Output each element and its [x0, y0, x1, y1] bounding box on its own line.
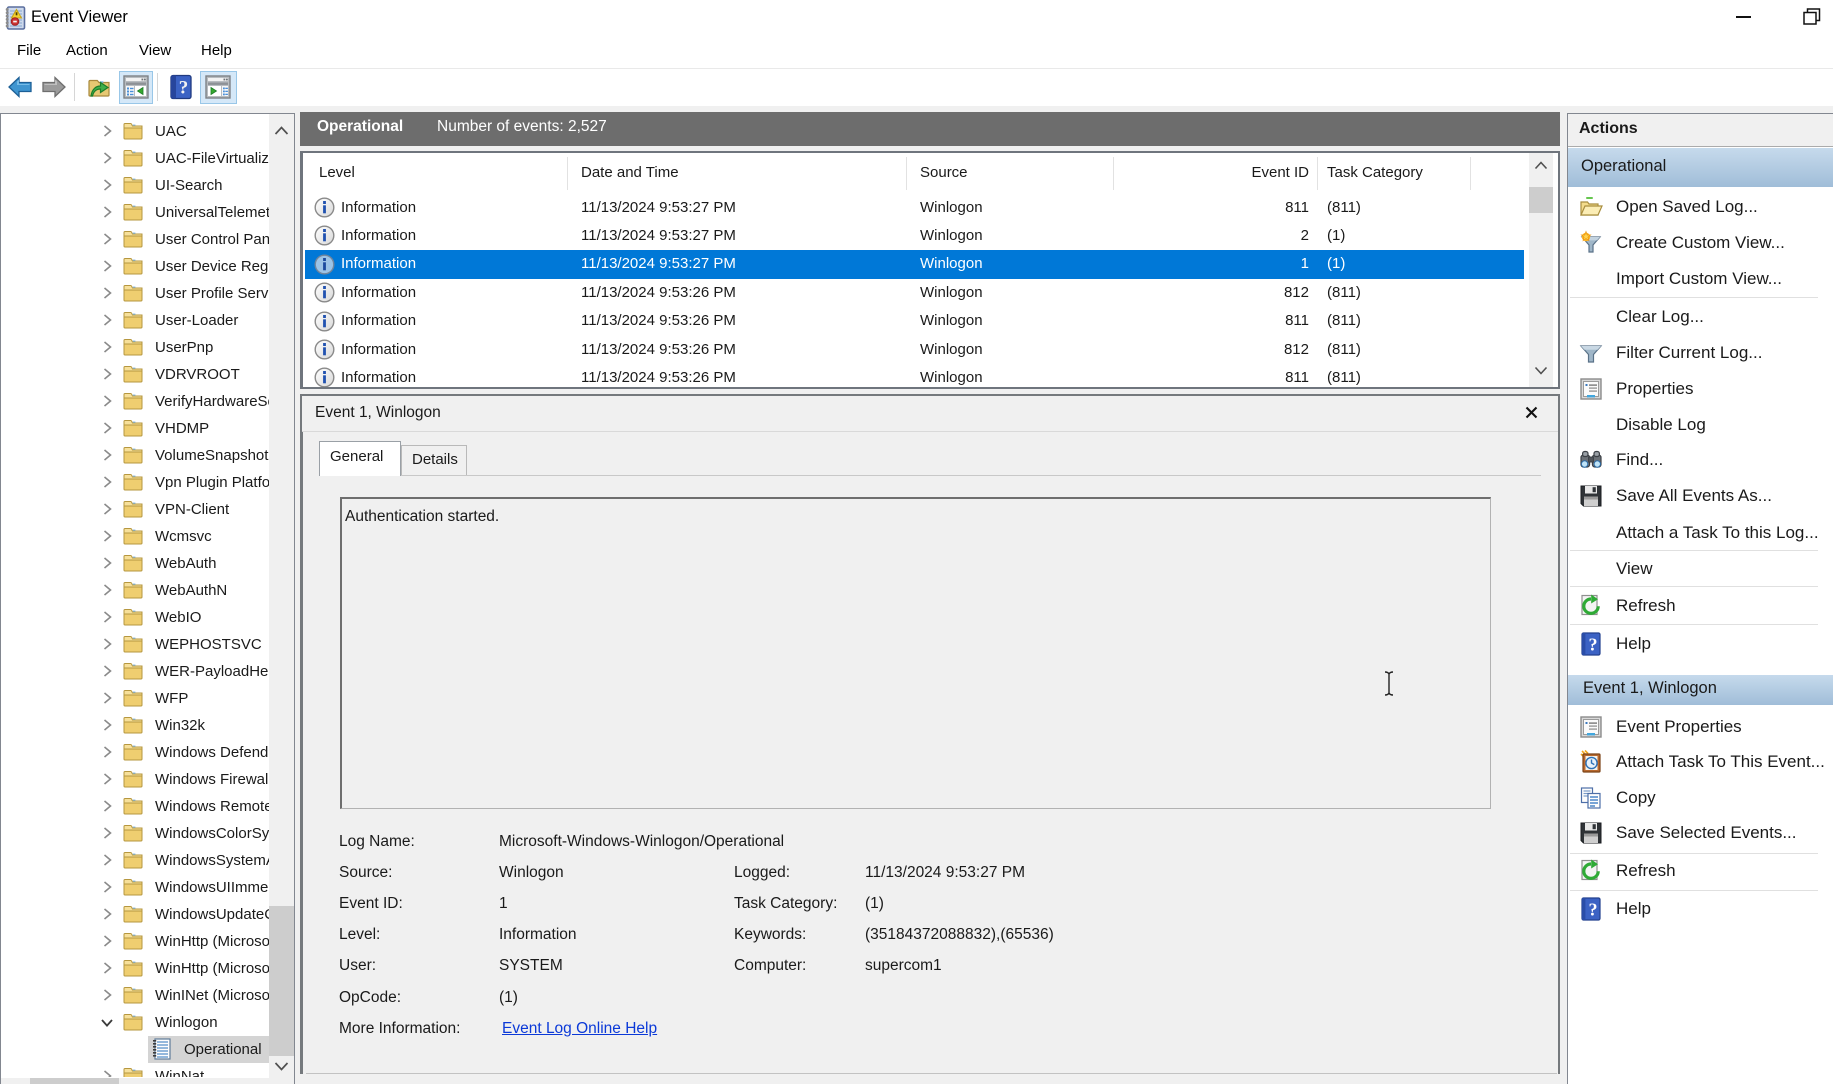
svg-text:?: ?: [1589, 635, 1598, 655]
svg-text:?: ?: [179, 78, 189, 99]
svg-text:?: ?: [1589, 900, 1598, 920]
